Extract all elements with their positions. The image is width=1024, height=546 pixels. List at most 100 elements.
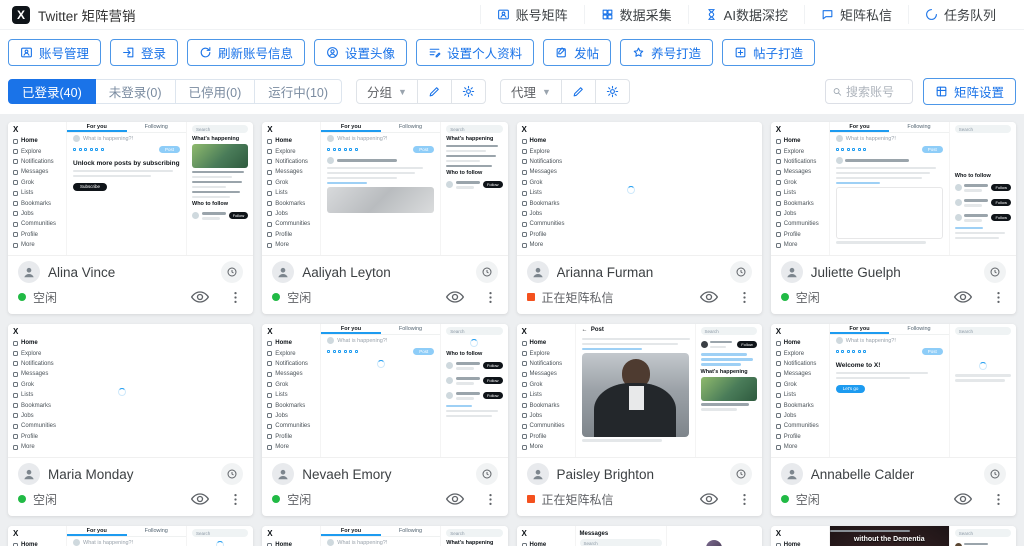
history-icon[interactable] bbox=[984, 261, 1006, 283]
more-menu-icon[interactable] bbox=[737, 492, 752, 507]
eye-icon[interactable] bbox=[699, 287, 719, 307]
tab-running[interactable]: 运行中(10) bbox=[254, 79, 342, 104]
account-thumbnail[interactable]: XHomeExploreNotificationsMessagesGrokLis… bbox=[517, 324, 762, 458]
thumb-feed-tabs: For youFollowing bbox=[321, 526, 440, 537]
nurture-icon bbox=[632, 46, 645, 59]
account-thumbnail[interactable]: XHomeExploreNotificationsMessagesGrokLis… bbox=[771, 122, 1016, 256]
post-button[interactable]: 发帖 bbox=[543, 39, 611, 66]
proxy-controls: 代理 ▼ bbox=[500, 79, 630, 104]
post-build-button[interactable]: 帖子打造 bbox=[722, 39, 815, 66]
more-menu-icon[interactable] bbox=[737, 290, 752, 305]
account-thumbnail[interactable]: XHomeExploreNotificationsMessagesGrokLis… bbox=[771, 324, 1016, 458]
history-icon[interactable] bbox=[476, 463, 498, 485]
topnav-task-queue[interactable]: 任务队列 bbox=[908, 5, 1012, 24]
account-thumbnail[interactable]: XHomeExploreNotificationsMessagesGrokLis… bbox=[517, 122, 762, 256]
thumb-meme-image: without the Dementia bbox=[830, 526, 949, 546]
thumb-compose-icons: Post bbox=[327, 144, 434, 154]
history-icon[interactable] bbox=[476, 261, 498, 283]
eye-icon[interactable] bbox=[699, 489, 719, 509]
thumb-sidebar: XHomeExploreNotificationsMessagesGrokLis… bbox=[771, 526, 829, 546]
history-icon[interactable] bbox=[221, 463, 243, 485]
post-build-icon bbox=[734, 46, 747, 59]
topnav-ai-mining[interactable]: AI数据深挖 bbox=[688, 5, 804, 24]
history-icon[interactable] bbox=[984, 463, 1006, 485]
set-profile-icon bbox=[428, 46, 441, 59]
more-menu-icon[interactable] bbox=[991, 492, 1006, 507]
right-tools: 矩阵设置 bbox=[825, 78, 1016, 105]
account-thumbnail[interactable]: XHomeExploreNotificationsMessagesGrokLis… bbox=[262, 324, 507, 458]
thumb-right-column: SearchWho to followFollowFollowFollow bbox=[950, 122, 1016, 255]
card-status-row: 空闲 bbox=[8, 488, 253, 516]
card-name-row: Nevaeh Emory bbox=[262, 458, 507, 488]
refresh-info-icon bbox=[199, 46, 212, 59]
thumb-search: Search bbox=[955, 529, 1011, 537]
group-dropdown[interactable]: 分组 ▼ bbox=[356, 79, 418, 104]
thumb-feed-tabs: For youFollowing bbox=[67, 526, 186, 537]
thumb-photo-man bbox=[582, 353, 689, 437]
more-menu-icon[interactable] bbox=[228, 290, 243, 305]
eye-icon[interactable] bbox=[190, 287, 210, 307]
card-status-row: 空闲 bbox=[262, 488, 507, 516]
topnav-matrix-dm[interactable]: 矩阵私信 bbox=[804, 5, 908, 24]
thumb-search: Search bbox=[446, 529, 502, 537]
account-thumbnail[interactable]: XHomeExploreNotificationsMessagesGrokLis… bbox=[8, 324, 253, 458]
login-button[interactable]: 登录 bbox=[110, 39, 178, 66]
account-thumbnail[interactable]: XHomeExploreNotificationsMessagesGrokLis… bbox=[8, 122, 253, 256]
refresh-info-button[interactable]: 刷新账号信息 bbox=[187, 39, 305, 66]
button-label: 账号管理 bbox=[39, 43, 89, 62]
tab-disabled[interactable]: 已停用(0) bbox=[175, 79, 256, 104]
eye-icon[interactable] bbox=[445, 489, 465, 509]
card-status-row: 空闲 bbox=[262, 286, 507, 314]
account-card: XHomeExploreNotificationsMessagesGrokLis… bbox=[771, 526, 1016, 546]
account-thumbnail[interactable]: XHomeExploreNotificationsMessagesGrokLis… bbox=[262, 526, 507, 546]
data-collect-icon bbox=[601, 8, 614, 21]
more-menu-icon[interactable] bbox=[483, 492, 498, 507]
card-name-row: Aaliyah Leyton bbox=[262, 256, 507, 286]
thumb-sidebar: XHomeExploreNotificationsMessagesGrokLis… bbox=[517, 324, 575, 457]
more-menu-icon[interactable] bbox=[483, 290, 498, 305]
thumb-center-column: For youFollowingWhat is happening?! Post bbox=[320, 324, 441, 457]
search-input[interactable] bbox=[846, 85, 906, 99]
eye-icon[interactable] bbox=[445, 287, 465, 307]
thumb-right-column: SearchWhat's happening Who to followFoll… bbox=[187, 122, 253, 255]
account-card: XHomeExploreNotificationsMessagesGrokLis… bbox=[8, 122, 253, 314]
history-icon[interactable] bbox=[730, 261, 752, 283]
more-menu-icon[interactable] bbox=[991, 290, 1006, 305]
matrix-settings-icon bbox=[935, 85, 948, 98]
tab-logged-out[interactable]: 未登录(0) bbox=[95, 79, 176, 104]
account-name: Juliette Guelph bbox=[811, 265, 901, 280]
eye-icon[interactable] bbox=[953, 287, 973, 307]
thumb-compose: What is happening?! bbox=[327, 537, 434, 546]
eye-icon[interactable] bbox=[190, 489, 210, 509]
account-thumbnail[interactable]: XHomeExploreNotificationsMessagesGrokLis… bbox=[8, 526, 253, 546]
nurture-button[interactable]: 养号打造 bbox=[620, 39, 713, 66]
account-thumbnail[interactable]: XHomeExploreNotificationsMessagesGrokLis… bbox=[517, 526, 762, 546]
account-manage-button[interactable]: 账号管理 bbox=[8, 39, 101, 66]
proxy-edit-button[interactable] bbox=[561, 79, 596, 104]
matrix-settings-button[interactable]: 矩阵设置 bbox=[923, 78, 1016, 105]
set-profile-button[interactable]: 设置个人资料 bbox=[416, 39, 534, 66]
proxy-dropdown[interactable]: 代理 ▼ bbox=[500, 79, 562, 104]
group-edit-button[interactable] bbox=[417, 79, 452, 104]
thumb-compose: What is happening?! bbox=[836, 133, 943, 144]
topnav-data-collect[interactable]: 数据采集 bbox=[584, 5, 688, 24]
topnav-account-matrix[interactable]: 账号矩阵 bbox=[480, 5, 584, 24]
history-icon[interactable] bbox=[221, 261, 243, 283]
history-icon[interactable] bbox=[730, 463, 752, 485]
account-name: Alina Vince bbox=[48, 265, 115, 280]
account-thumbnail[interactable]: XHomeExploreNotificationsMessagesGrokLis… bbox=[771, 526, 1016, 546]
account-thumbnail[interactable]: XHomeExploreNotificationsMessagesGrokLis… bbox=[262, 122, 507, 256]
proxy-settings-button[interactable] bbox=[595, 79, 630, 104]
more-menu-icon[interactable] bbox=[228, 492, 243, 507]
group-settings-button[interactable] bbox=[451, 79, 486, 104]
eye-icon[interactable] bbox=[953, 489, 973, 509]
tab-logged-in[interactable]: 已登录(40) bbox=[8, 79, 96, 104]
thumb-search: Search bbox=[955, 125, 1011, 133]
card-name-row: Paisley Brighton bbox=[517, 458, 762, 488]
set-avatar-button[interactable]: 设置头像 bbox=[314, 39, 407, 66]
account-name: Aaliyah Leyton bbox=[302, 265, 391, 280]
thumb-trend-image bbox=[701, 377, 757, 401]
ai-mining-icon bbox=[705, 8, 718, 21]
card-name-row: Maria Monday bbox=[8, 458, 253, 488]
account-name: Arianna Furman bbox=[557, 265, 654, 280]
